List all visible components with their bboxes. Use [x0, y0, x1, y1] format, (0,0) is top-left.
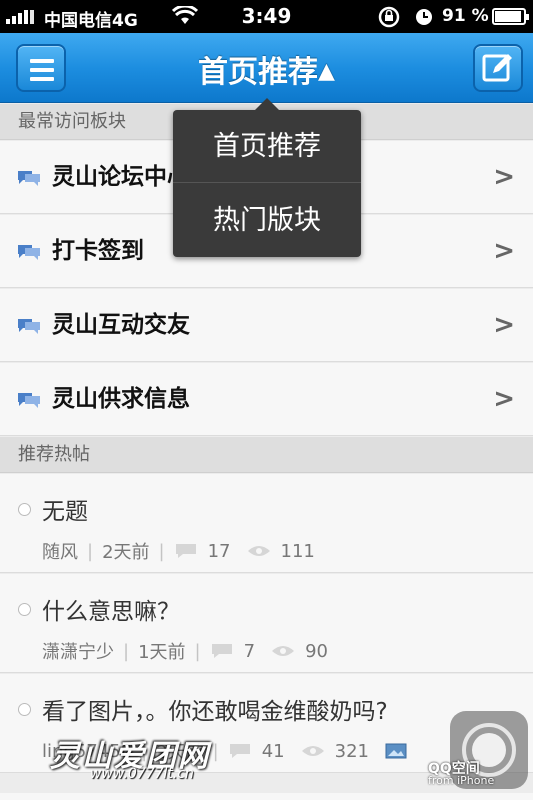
compose-button[interactable]: [473, 44, 523, 92]
post-time: 1天前: [138, 642, 186, 663]
image-icon: [385, 743, 407, 759]
comment-count: 17: [207, 540, 231, 562]
comment-count: 7: [243, 640, 256, 662]
chevron-right-icon: >: [493, 384, 515, 414]
nav-title-dropdown[interactable]: 首页推荐▲: [0, 47, 533, 91]
view-count: 90: [305, 640, 328, 662]
caret-up-icon: ▲: [318, 59, 335, 84]
post-item[interactable]: 什么意思嘛？ 潇潇宁少 | 1天前 | 7 90: [0, 574, 533, 673]
eye-icon: [247, 546, 270, 556]
divider: |: [212, 740, 219, 762]
bullet-icon: [18, 703, 31, 716]
post-author: 随风: [42, 542, 78, 563]
rotation-lock-icon: [378, 6, 400, 28]
chat-bubbles-icon: [18, 245, 40, 260]
post-item[interactable]: 无题 随风 | 2天前 | 17 111: [0, 474, 533, 573]
board-row[interactable]: 灵山互动交友 >: [0, 289, 533, 362]
eye-icon: [272, 646, 295, 656]
dropdown-item-home-recommend[interactable]: 首页推荐: [173, 110, 361, 183]
post-meta: 潇潇宁少 | 1天前 | 7 90: [42, 638, 328, 664]
chat-bubbles-icon: [18, 319, 40, 334]
board-label: 灵山论坛中心: [52, 164, 190, 190]
list-item: [0, 793, 533, 800]
divider: |: [123, 640, 130, 662]
nav-title-label: 首页推荐: [198, 55, 319, 90]
alarm-icon: [416, 9, 432, 25]
battery-percent: 91 %: [442, 6, 489, 26]
post-time: 2天前: [102, 542, 150, 563]
post-author: 潇潇宁少: [42, 642, 114, 663]
chevron-right-icon: >: [493, 310, 515, 340]
chat-bubbles-icon: [18, 171, 40, 186]
watermark-url: www.0777lt.cn: [90, 766, 194, 782]
chat-bubbles-icon: [18, 393, 40, 408]
divider: |: [194, 640, 201, 662]
board-row[interactable]: 灵山供求信息 >: [0, 363, 533, 436]
qq-sub: from iPhone: [428, 774, 495, 787]
comment-icon: [175, 544, 196, 558]
post-title: 无题: [42, 499, 88, 525]
battery-icon: [492, 8, 529, 25]
qq-zone-watermark: QQ空间 from iPhone: [428, 762, 495, 787]
post-meta: 随风 | 2天前 | 17 111: [42, 538, 315, 564]
divider: |: [87, 540, 94, 562]
board-label: 灵山互动交友: [52, 312, 190, 338]
nav-dropdown-menu: 首页推荐 热门版块: [173, 98, 361, 257]
board-label: 打卡签到: [52, 238, 144, 264]
view-count: 321: [334, 740, 369, 762]
post-title: 什么意思嘛？: [42, 599, 180, 625]
post-title: 看了图片，。你还敢喝金维酸奶吗?: [42, 699, 388, 725]
bullet-icon: [18, 503, 31, 516]
dropdown-item-hot-boards[interactable]: 热门版块: [173, 184, 361, 257]
eye-icon: [301, 746, 324, 756]
comment-icon: [211, 644, 232, 658]
section-header-hot: 推荐热帖: [0, 437, 533, 473]
board-label: 灵山供求信息: [52, 386, 190, 412]
chevron-right-icon: >: [493, 162, 515, 192]
nav-bar: 首页推荐▲: [0, 33, 533, 103]
comment-icon: [229, 744, 250, 758]
divider: |: [158, 540, 165, 562]
bullet-icon: [18, 603, 31, 616]
view-count: 111: [280, 540, 315, 562]
chevron-right-icon: >: [493, 236, 515, 266]
status-bar: 中国电信4G 3:49 91 %: [0, 0, 533, 33]
compose-icon: [482, 54, 512, 82]
comment-count: 41: [261, 740, 285, 762]
